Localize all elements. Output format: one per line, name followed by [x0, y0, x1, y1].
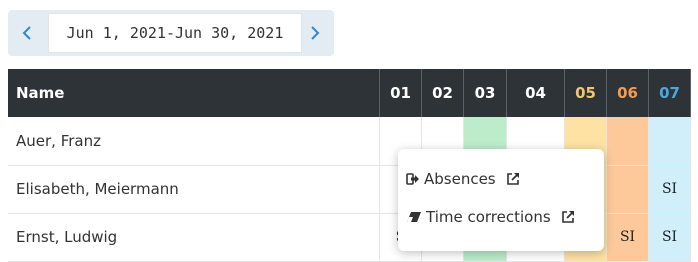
- day-cell[interactable]: SI: [648, 165, 691, 214]
- external-link-icon: [561, 211, 574, 223]
- external-link-icon: [506, 173, 519, 185]
- column-header-name[interactable]: Name: [8, 69, 380, 117]
- chevron-left-icon: [22, 26, 31, 40]
- day-cell[interactable]: SI: [606, 213, 649, 262]
- column-header-day-05: 05: [564, 69, 607, 117]
- menu-item-time-corrections[interactable]: Time corrections: [406, 205, 575, 229]
- column-header-day-07: 07: [648, 69, 691, 117]
- employee-name[interactable]: Ernst, Ludwig: [8, 213, 380, 262]
- menu-item-label: Absences: [424, 170, 496, 188]
- day-cell[interactable]: [606, 117, 649, 166]
- menu-item-label: Time corrections: [426, 208, 551, 226]
- eraser-icon: [407, 212, 421, 222]
- day-cell[interactable]: [606, 165, 649, 214]
- menu-item-absences[interactable]: Absences: [406, 167, 520, 191]
- context-menu: Absences Time corrections: [398, 149, 604, 251]
- date-range-navigator: Jun 1, 2021-Jun 30, 2021: [8, 10, 334, 56]
- column-header-day-01: 01: [379, 69, 422, 117]
- sign-out-icon: [406, 173, 419, 185]
- day-cell[interactable]: SI: [648, 213, 691, 262]
- next-period-button[interactable]: [296, 10, 334, 56]
- employee-name[interactable]: Auer, Franz: [8, 117, 380, 166]
- table-header-row: Name 01 02 03 04 05 06 07: [8, 69, 691, 117]
- column-header-day-02: 02: [421, 69, 464, 117]
- column-header-day-06: 06: [606, 69, 649, 117]
- employee-name[interactable]: Elisabeth, Meiermann: [8, 165, 380, 214]
- previous-period-button[interactable]: [8, 10, 46, 56]
- day-cell[interactable]: [648, 117, 691, 166]
- chevron-right-icon: [311, 26, 320, 40]
- date-range-label[interactable]: Jun 1, 2021-Jun 30, 2021: [48, 13, 302, 53]
- column-header-day-04: 04: [506, 69, 565, 117]
- column-header-day-03: 03: [463, 69, 507, 117]
